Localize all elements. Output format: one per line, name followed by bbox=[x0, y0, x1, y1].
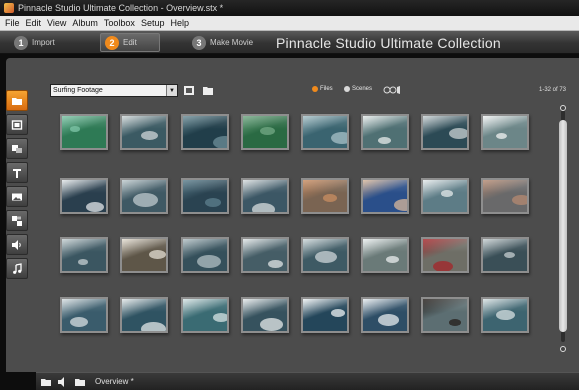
tab-edit[interactable]: 2 Edit bbox=[100, 33, 160, 52]
radio-unselected-icon bbox=[344, 86, 350, 92]
app-icon bbox=[4, 3, 14, 13]
tab-make-movie-number: 3 bbox=[192, 35, 206, 50]
clip-thumbnail[interactable] bbox=[181, 114, 229, 150]
clip-thumbnail[interactable] bbox=[301, 297, 349, 333]
clip-thumbnail[interactable] bbox=[481, 297, 529, 333]
clip-thumbnail[interactable] bbox=[241, 237, 289, 273]
clip-thumbnail[interactable] bbox=[241, 297, 289, 333]
clip-thumbnail[interactable] bbox=[361, 114, 409, 150]
folder-icon bbox=[75, 378, 85, 386]
view-files-option[interactable]: Files bbox=[312, 86, 333, 92]
clip-thumbnail[interactable] bbox=[421, 114, 469, 150]
album-toggle-button[interactable] bbox=[40, 376, 52, 388]
clip-thumbnail[interactable] bbox=[181, 237, 229, 273]
tab-import-number: 1 bbox=[14, 35, 28, 50]
radio-selected-icon bbox=[312, 86, 318, 92]
clip-thumbnail[interactable] bbox=[120, 297, 168, 333]
title-bar: Pinnacle Studio Ultimate Collection - Ov… bbox=[0, 0, 579, 16]
filmstrip-icon bbox=[383, 85, 400, 94]
clip-thumbnail[interactable] bbox=[181, 297, 229, 333]
tab-import-label: Import bbox=[32, 38, 55, 47]
clip-thumbnail[interactable] bbox=[481, 114, 529, 150]
menu-album[interactable]: Album bbox=[72, 18, 98, 28]
menu-help[interactable]: Help bbox=[170, 18, 189, 28]
transition-icon bbox=[12, 144, 22, 153]
app-window: Pinnacle Studio Ultimate Collection - Ov… bbox=[0, 0, 579, 390]
mode-bar: 1 Import 2 Edit 3 Make Movie Pinnacle St… bbox=[0, 31, 579, 54]
window-title: Pinnacle Studio Ultimate Collection - Ov… bbox=[18, 3, 224, 13]
scroll-up-button[interactable] bbox=[560, 105, 566, 111]
sound-tool-button[interactable] bbox=[6, 234, 28, 255]
clip-thumbnail[interactable] bbox=[481, 237, 529, 273]
project-folder-button[interactable] bbox=[74, 376, 86, 388]
app-name-label: Pinnacle Studio Ultimate Collection bbox=[276, 35, 501, 51]
clip-thumbnail[interactable] bbox=[421, 237, 469, 273]
audio-toggle-button[interactable] bbox=[57, 376, 69, 388]
clip-thumbnail[interactable] bbox=[241, 178, 289, 214]
tab-import[interactable]: 1 Import bbox=[10, 33, 55, 52]
clip-thumbnail[interactable] bbox=[120, 237, 168, 273]
tab-make-movie-label: Make Movie bbox=[210, 38, 254, 47]
item-count: 1-32 of 73 bbox=[539, 87, 567, 93]
project-name: Overview * bbox=[95, 377, 134, 386]
clip-thumbnail[interactable] bbox=[60, 178, 108, 214]
folder-icon bbox=[12, 97, 22, 105]
page-icon bbox=[184, 86, 194, 95]
video-icon bbox=[11, 119, 23, 130]
folder-tool-button[interactable] bbox=[6, 90, 28, 111]
clip-thumbnail[interactable] bbox=[241, 114, 289, 150]
menu-bar: File Edit View Album Toolbox Setup Help bbox=[0, 16, 579, 31]
tab-edit-label: Edit bbox=[123, 38, 137, 47]
open-folder-button[interactable] bbox=[202, 85, 214, 96]
tab-make-movie[interactable]: 3 Make Movie bbox=[188, 33, 253, 52]
clip-thumbnail[interactable] bbox=[60, 114, 108, 150]
menu-toolbox[interactable]: Toolbox bbox=[104, 18, 135, 28]
sound-icon bbox=[12, 239, 21, 250]
speaker-icon bbox=[58, 376, 64, 387]
clip-thumbnail[interactable] bbox=[60, 297, 108, 333]
music-icon bbox=[13, 262, 22, 274]
album-options-button[interactable] bbox=[183, 85, 195, 96]
clip-thumbnail[interactable] bbox=[181, 178, 229, 214]
clip-thumbnail[interactable] bbox=[120, 114, 168, 150]
tab-edit-number: 2 bbox=[105, 35, 119, 50]
view-scenes-label: Scenes bbox=[352, 86, 373, 92]
chevron-down-icon[interactable]: ▼ bbox=[166, 85, 177, 96]
album-dropdown-value: Surfing Footage bbox=[53, 87, 103, 94]
menu-view[interactable]: View bbox=[47, 18, 66, 28]
menu-tool-button[interactable] bbox=[6, 210, 28, 231]
menu-icon bbox=[12, 215, 22, 226]
folder-icon bbox=[203, 87, 213, 95]
clip-thumbnail[interactable] bbox=[421, 178, 469, 214]
clip-thumbnail[interactable] bbox=[301, 114, 349, 150]
view-files-label: Files bbox=[320, 86, 333, 92]
clip-thumbnail[interactable] bbox=[120, 178, 168, 214]
scrollbar-thumb[interactable] bbox=[559, 120, 567, 332]
video-tool-button[interactable] bbox=[6, 114, 28, 135]
clip-thumbnail[interactable] bbox=[481, 178, 529, 214]
menu-edit[interactable]: Edit bbox=[26, 18, 42, 28]
menu-file[interactable]: File bbox=[5, 18, 20, 28]
title-tool-button[interactable] bbox=[6, 162, 28, 183]
album-dropdown[interactable]: Surfing Footage ▼ bbox=[50, 84, 178, 97]
clip-thumbnail[interactable] bbox=[301, 237, 349, 273]
photo-icon bbox=[12, 193, 22, 200]
transition-tool-button[interactable] bbox=[6, 138, 28, 159]
clip-thumbnail[interactable] bbox=[301, 178, 349, 214]
menu-setup[interactable]: Setup bbox=[141, 18, 165, 28]
view-mode-button[interactable] bbox=[383, 84, 401, 95]
clip-thumbnail[interactable] bbox=[361, 178, 409, 214]
camera-icon bbox=[41, 378, 51, 386]
title-icon bbox=[13, 168, 21, 178]
scroll-down-button[interactable] bbox=[560, 346, 566, 352]
view-scenes-option[interactable]: Scenes bbox=[344, 86, 372, 92]
clip-thumbnail[interactable] bbox=[421, 297, 469, 333]
project-bar: Overview * bbox=[36, 372, 579, 390]
clip-thumbnail[interactable] bbox=[361, 237, 409, 273]
clip-thumbnail[interactable] bbox=[60, 237, 108, 273]
music-tool-button[interactable] bbox=[6, 258, 28, 279]
clip-thumbnail[interactable] bbox=[361, 297, 409, 333]
photo-tool-button[interactable] bbox=[6, 186, 28, 207]
